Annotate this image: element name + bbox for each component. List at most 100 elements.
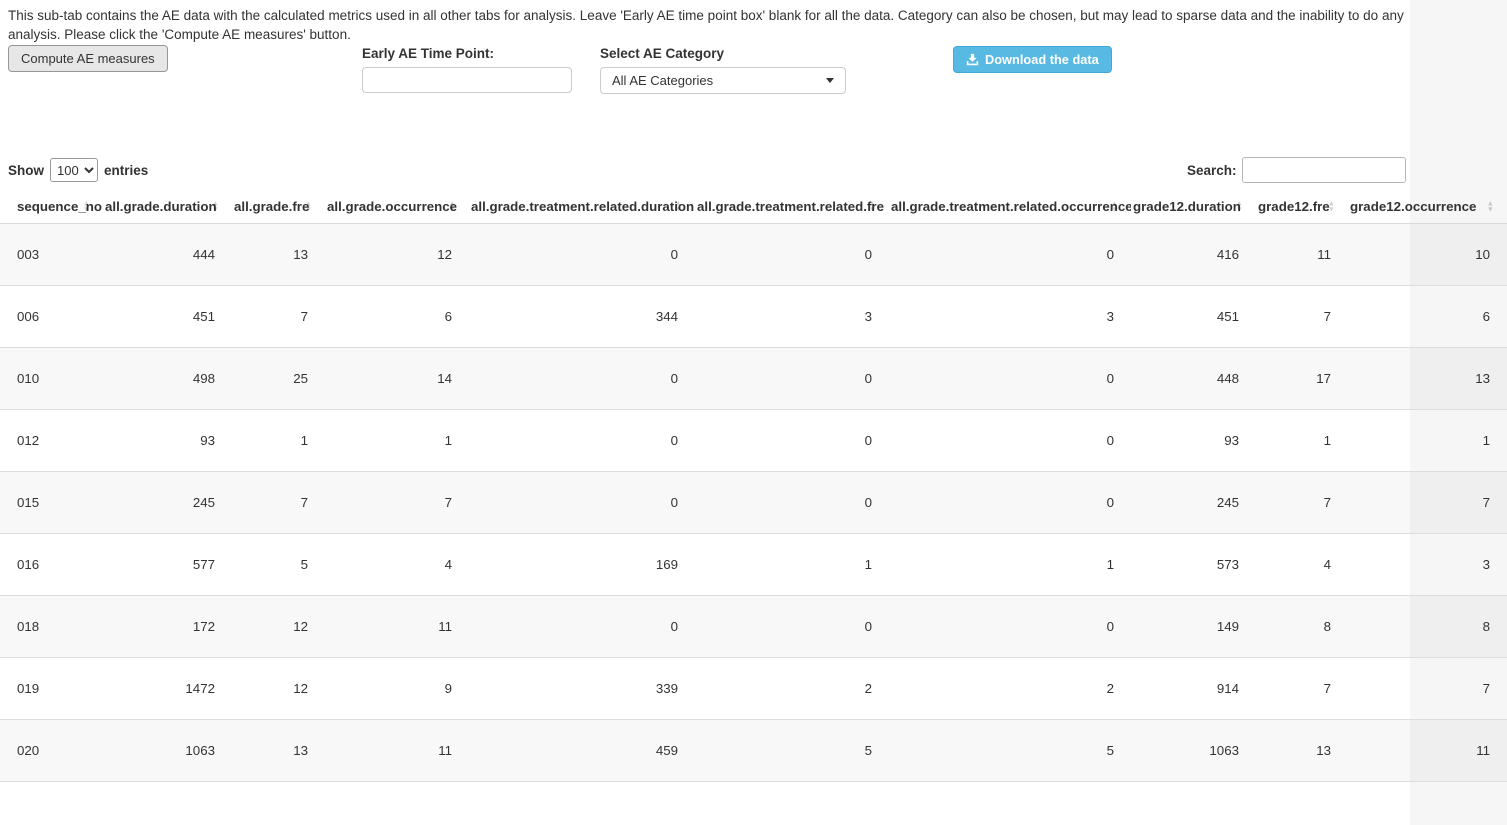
column-header-all.grade.treatment.related.occurrence[interactable]: all.grade.treatment.related.occurrence▲▼ (889, 190, 1131, 224)
table-cell: 11 (1256, 224, 1348, 286)
table-row-018[interactable]: 018172121100014988 (0, 596, 1507, 658)
table-cell: 11 (325, 720, 469, 782)
sort-arrows-icon: ▲▼ (305, 200, 312, 213)
table-cell: 149 (1131, 596, 1256, 658)
column-header-grade12.duration[interactable]: grade12.duration▲▼ (1131, 190, 1256, 224)
table-cell: 1 (1256, 410, 1348, 472)
table-cell: 1063 (103, 720, 232, 782)
table-cell: 7 (1256, 286, 1348, 348)
table-cell: 169 (469, 534, 695, 596)
table-cell: 0 (889, 472, 1131, 534)
sort-arrows-icon: ▲▼ (869, 200, 876, 213)
table-cell: 13 (232, 224, 325, 286)
subtab-description: This sub-tab contains the AE data with t… (8, 6, 1406, 44)
column-header-grade12.fre[interactable]: grade12.fre▲▼ (1256, 190, 1348, 224)
table-cell: 13 (1348, 348, 1507, 410)
table-cell: 8 (1256, 596, 1348, 658)
column-header-all.grade.occurrence[interactable]: all.grade.occurrence▲▼ (325, 190, 469, 224)
column-header-grade12.occurrence[interactable]: grade12.occurrence▲▼ (1348, 190, 1507, 224)
table-cell: 019 (0, 658, 103, 720)
table-cell: 016 (0, 534, 103, 596)
table-cell: 010 (0, 348, 103, 410)
column-header-all.grade.duration[interactable]: all.grade.duration▲▼ (103, 190, 232, 224)
entries-label: entries (104, 163, 148, 178)
table-cell: 0 (695, 348, 889, 410)
table-cell: 93 (1131, 410, 1256, 472)
table-cell: 7 (1348, 658, 1507, 720)
table-cell: 10 (1348, 224, 1507, 286)
column-header-all.grade.treatment.related.fre[interactable]: all.grade.treatment.related.fre▲▼ (695, 190, 889, 224)
table-row-019[interactable]: 01914721293392291477 (0, 658, 1507, 720)
table-row-016[interactable]: 016577541691157343 (0, 534, 1507, 596)
table-cell: 0 (889, 596, 1131, 658)
table-cell: 13 (232, 720, 325, 782)
table-cell: 13 (1256, 720, 1348, 782)
table-cell: 914 (1131, 658, 1256, 720)
download-data-button[interactable]: Download the data (953, 46, 1112, 73)
table-cell: 12 (232, 596, 325, 658)
ae-category-select[interactable]: All AE Categories (600, 67, 846, 94)
table-row-015[interactable]: 0152457700024577 (0, 472, 1507, 534)
sort-arrows-icon: ▲▼ (1487, 200, 1494, 213)
table-row-003[interactable]: 00344413120004161110 (0, 224, 1507, 286)
search-input[interactable] (1242, 157, 1406, 183)
table-cell: 5 (889, 720, 1131, 782)
table-cell: 11 (1348, 720, 1507, 782)
ae-data-subtab: This sub-tab contains the AE data with t… (0, 0, 1507, 825)
table-cell: 2 (889, 658, 1131, 720)
ae-measures-table: sequence_no▲▼all.grade.duration▲▼all.gra… (0, 190, 1507, 782)
table-cell: 015 (0, 472, 103, 534)
table-cell: 006 (0, 286, 103, 348)
table-cell: 0 (695, 224, 889, 286)
table-row-020[interactable]: 020106313114595510631311 (0, 720, 1507, 782)
chevron-down-icon (826, 78, 834, 83)
sort-arrows-icon: ▲▼ (83, 200, 90, 213)
table-cell: 577 (103, 534, 232, 596)
table-cell: 5 (695, 720, 889, 782)
table-cell: 245 (1131, 472, 1256, 534)
table-cell: 0 (695, 472, 889, 534)
table-header-row: sequence_no▲▼all.grade.duration▲▼all.gra… (0, 190, 1507, 224)
select-ae-category-label: Select AE Category (600, 46, 724, 61)
table-cell: 3 (695, 286, 889, 348)
table-length-control: Show 100 entries (8, 157, 148, 183)
table-cell: 020 (0, 720, 103, 782)
table-cell: 93 (103, 410, 232, 472)
table-cell: 1063 (1131, 720, 1256, 782)
search-label: Search: (1187, 163, 1237, 178)
table-cell: 5 (232, 534, 325, 596)
ae-category-selected-value: All AE Categories (612, 73, 713, 88)
column-header-all.grade.fre[interactable]: all.grade.fre▲▼ (232, 190, 325, 224)
table-row-010[interactable]: 01049825140004481713 (0, 348, 1507, 410)
table-cell: 344 (469, 286, 695, 348)
table-cell: 3 (1348, 534, 1507, 596)
table-cell: 498 (103, 348, 232, 410)
table-cell: 14 (325, 348, 469, 410)
table-cell: 1 (232, 410, 325, 472)
table-cell: 3 (889, 286, 1131, 348)
table-cell: 0 (695, 596, 889, 658)
table-row-006[interactable]: 006451763443345176 (0, 286, 1507, 348)
table-cell: 1 (1348, 410, 1507, 472)
sort-arrows-icon: ▲▼ (1236, 200, 1243, 213)
download-button-label: Download the data (985, 52, 1099, 67)
table-cell: 7 (232, 286, 325, 348)
column-header-all.grade.treatment.related.duration[interactable]: all.grade.treatment.related.duration▲▼ (469, 190, 695, 224)
table-cell: 2 (695, 658, 889, 720)
table-cell: 0 (469, 596, 695, 658)
table-cell: 7 (1348, 472, 1507, 534)
table-cell: 0 (889, 224, 1131, 286)
sort-arrows-icon: ▲▼ (1111, 200, 1118, 213)
table-cell: 451 (103, 286, 232, 348)
page-length-select[interactable]: 100 (50, 158, 98, 182)
table-cell: 018 (0, 596, 103, 658)
table-row-012[interactable]: 01293110009311 (0, 410, 1507, 472)
early-ae-time-point-input[interactable] (362, 67, 572, 93)
table-cell: 172 (103, 596, 232, 658)
compute-ae-measures-button[interactable]: Compute AE measures (8, 45, 168, 72)
table-search-control: Search: (1187, 157, 1406, 183)
table-cell: 12 (232, 658, 325, 720)
column-header-sequence_no[interactable]: sequence_no▲▼ (0, 190, 103, 224)
table-cell: 7 (232, 472, 325, 534)
table-cell: 1 (325, 410, 469, 472)
